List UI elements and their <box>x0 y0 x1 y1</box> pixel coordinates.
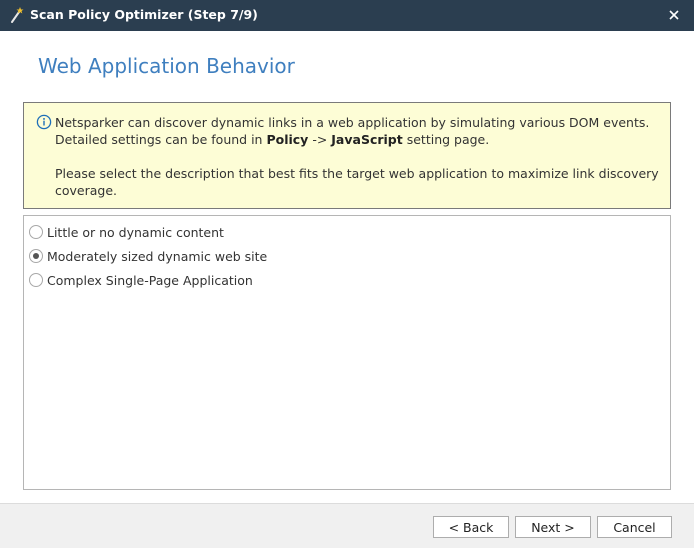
behavior-options-list: Little or no dynamic content Moderately … <box>23 215 671 490</box>
info-paragraph-1: Netsparker can discover dynamic links in… <box>55 114 665 148</box>
option-label: Complex Single-Page Application <box>47 272 253 288</box>
radio-button-selected[interactable] <box>29 249 43 263</box>
option-label: Little or no dynamic content <box>47 224 224 240</box>
page-title: Web Application Behavior <box>38 54 295 78</box>
info-icon <box>36 114 52 130</box>
close-icon[interactable] <box>666 6 682 24</box>
magic-wand-icon <box>9 6 25 24</box>
back-button[interactable]: < Back <box>433 516 509 538</box>
footer-bar: < Back Next > Cancel <box>0 503 694 548</box>
option-complex-spa[interactable]: Complex Single-Page Application <box>29 271 253 289</box>
info-paragraph-2: Please select the description that best … <box>55 166 659 198</box>
title-bar: Scan Policy Optimizer (Step 7/9) <box>0 0 694 31</box>
next-button[interactable]: Next > <box>515 516 591 538</box>
window-title: Scan Policy Optimizer (Step 7/9) <box>30 7 258 22</box>
option-label: Moderately sized dynamic web site <box>47 248 268 264</box>
option-little-dynamic[interactable]: Little or no dynamic content <box>29 223 224 241</box>
radio-button[interactable] <box>29 225 43 239</box>
policy-label: Policy <box>266 132 309 147</box>
javascript-label: JavaScript <box>331 132 403 147</box>
cancel-button[interactable]: Cancel <box>597 516 672 538</box>
option-moderate-dynamic[interactable]: Moderately sized dynamic web site <box>29 247 267 265</box>
radio-button[interactable] <box>29 273 43 287</box>
info-panel: Netsparker can discover dynamic links in… <box>23 102 671 209</box>
arrow-text: -> <box>308 132 332 147</box>
info-text-end: setting page. <box>402 132 490 147</box>
